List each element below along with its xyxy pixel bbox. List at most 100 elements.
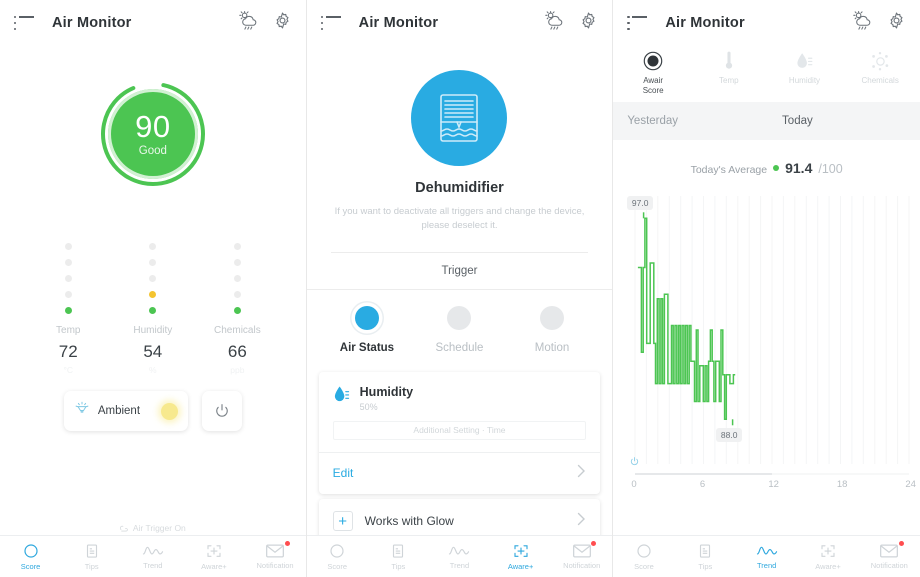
air-trigger-label: Air Trigger On (132, 523, 186, 533)
nav-item-aware-plus[interactable]: Aware+ (797, 536, 858, 577)
sensor-humidity[interactable]: Humidity 54 % (116, 236, 190, 375)
thermometer-icon (725, 51, 732, 69)
power-icon[interactable] (629, 454, 640, 472)
page-title: Air Monitor (665, 15, 745, 31)
partly-cloudy-rain-icon[interactable] (238, 11, 259, 35)
gear-icon[interactable] (273, 11, 292, 35)
envelope-icon (880, 544, 899, 558)
x-axis-tick: 24 (905, 479, 916, 490)
average-denominator: /100 (818, 162, 843, 176)
nav-label: Aware+ (815, 562, 841, 571)
metric-tabs: Awair Score Temp Humidity Chemicals (613, 46, 920, 102)
trigger-option-label: Motion (534, 341, 570, 354)
trigger-option-label: Air Status (339, 341, 395, 354)
works-with-glow-label: Works with Glow (364, 514, 454, 528)
gauge-score: 90 (135, 109, 171, 144)
sensor-value: 66 (227, 342, 247, 361)
nav-item-trend[interactable]: Trend (429, 536, 490, 577)
nav-item-notification[interactable]: Notification (859, 536, 920, 577)
nav-item-aware-plus[interactable]: Aware+ (183, 536, 244, 577)
gear-icon[interactable] (579, 11, 598, 35)
nav-label: Score (20, 562, 41, 571)
sensor-temp[interactable]: Temp 72 °C (31, 236, 105, 375)
nav-label: Notification (870, 561, 908, 570)
nav-item-notification[interactable]: Notification (551, 536, 612, 577)
dehumidifier-icon (440, 94, 479, 142)
device-name: Dehumidifier (415, 180, 504, 196)
list-menu-icon[interactable] (627, 16, 648, 31)
awair-score-icon (643, 51, 663, 71)
sensor-chemicals[interactable]: Chemicals 66 ppb (200, 236, 274, 375)
nav-label: Score (327, 562, 348, 571)
humidity-drop-icon (797, 53, 813, 68)
humidity-drop-icon (334, 385, 349, 401)
nav-item-notification[interactable]: Notification (245, 536, 306, 577)
partly-cloudy-rain-icon[interactable] (852, 11, 873, 35)
notification-badge (898, 541, 904, 546)
nav-label: Trend (449, 561, 470, 570)
tab-temp[interactable]: Temp (691, 50, 767, 96)
nav-item-aware-plus[interactable]: Aware+ (490, 536, 551, 577)
nav-item-trend[interactable]: Trend (122, 536, 183, 577)
trigger-option-motion[interactable]: Motion (506, 305, 599, 354)
trigger-option-label: Schedule (435, 341, 484, 354)
partly-cloudy-rain-icon[interactable] (544, 11, 565, 35)
tab-label: Humidity (788, 76, 821, 85)
radio-icon (540, 305, 565, 330)
chemicals-icon (872, 52, 889, 71)
gauge-quality-label: Good (138, 145, 167, 157)
envelope-icon (572, 544, 591, 558)
power-icon (216, 404, 228, 417)
tab-awair-score[interactable]: Awair Score (615, 50, 691, 96)
sensor-unit: ppb (230, 365, 245, 375)
average-status-dot (773, 165, 780, 171)
list-menu-icon[interactable] (320, 16, 341, 31)
ambient-button[interactable]: Ambient (63, 391, 188, 431)
sensor-name: Temp (56, 325, 81, 336)
tab-label: Temp (719, 76, 739, 85)
day-yesterday[interactable]: Yesterday (627, 115, 678, 127)
nav-item-tips[interactable]: Tips (61, 536, 122, 577)
aware-plus-icon (514, 545, 528, 557)
nav-item-score[interactable]: Score (0, 536, 61, 577)
tab-chemicals[interactable]: Chemicals (842, 50, 918, 96)
chevron-right-icon (577, 512, 586, 531)
nav-item-score[interactable]: Score (613, 536, 674, 577)
tab-label: Awair Score (642, 76, 664, 95)
tips-doc-icon (393, 544, 404, 558)
nav-label: Score (634, 562, 654, 571)
nav-item-trend[interactable]: Trend (736, 536, 797, 577)
day-today[interactable]: Today (782, 115, 813, 127)
tab-humidity[interactable]: Humidity (767, 50, 843, 96)
ambient-glow-indicator (160, 402, 178, 420)
panel-trend: Air Monitor Awair Score Temp Humidity Ch… (613, 0, 920, 577)
trigger-option-air-status[interactable]: Air Status (321, 305, 414, 354)
sensor-name: Chemicals (214, 325, 261, 336)
power-button[interactable] (201, 391, 242, 431)
app-header: Air Monitor (306, 0, 613, 46)
trend-chart[interactable]: 97.0 88.0 0 6 12 18 24 (613, 186, 920, 506)
divider (306, 288, 613, 290)
nav-item-tips[interactable]: Tips (368, 536, 429, 577)
nav-item-score[interactable]: Score (307, 536, 368, 577)
humidity-card-subtitle: 50% (359, 401, 378, 412)
trigger-option-schedule[interactable]: Schedule (413, 305, 506, 354)
radio-icon (447, 305, 472, 330)
additional-setting-field[interactable]: Additional Setting · Time (332, 420, 587, 440)
app-header: Air Monitor (0, 0, 306, 46)
sensor-unit: % (149, 365, 157, 375)
sensor-name: Humidity (133, 325, 173, 336)
gear-icon[interactable] (887, 11, 906, 35)
panel-score: Air Monitor 90 Good Temp 72 °C Humidity … (0, 0, 307, 577)
bottom-nav: Score Tips Trend Aware+ Notification (0, 535, 306, 577)
x-axis-tick: 18 (836, 479, 848, 490)
radio-selected-icon (354, 305, 379, 330)
nav-item-tips[interactable]: Tips (675, 536, 736, 577)
device-avatar[interactable] (307, 70, 613, 166)
edit-trigger-button[interactable]: Edit (319, 453, 601, 494)
nav-label: Trend (756, 561, 777, 570)
bottom-nav: Score Tips Trend Aware+ Notification (613, 535, 920, 577)
sensor-level-dots (116, 236, 190, 314)
list-menu-icon[interactable] (14, 16, 34, 31)
air-trigger-icon (119, 525, 128, 531)
